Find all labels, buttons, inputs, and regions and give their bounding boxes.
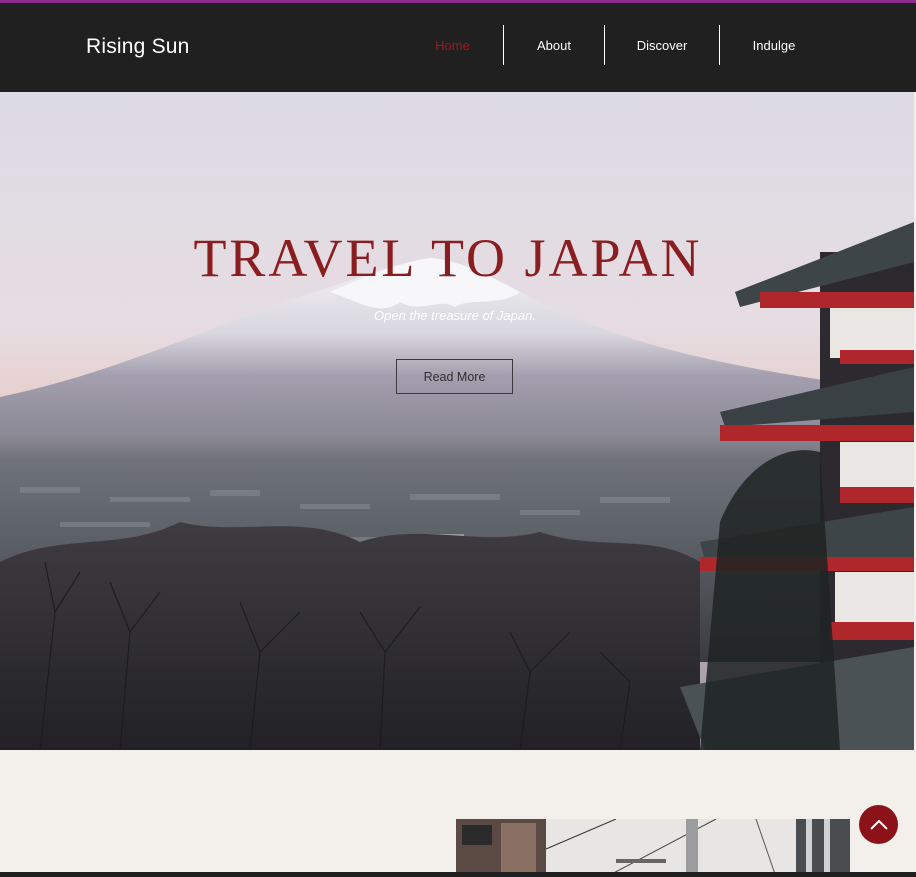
nav-item-home[interactable]: Home — [402, 25, 503, 65]
bottom-edge-bar — [0, 872, 916, 877]
site-logo-text[interactable]: Rising Sun — [86, 35, 190, 59]
nav-item-discover[interactable]: Discover — [605, 25, 719, 65]
street-photo-preview — [456, 819, 850, 877]
hero-section: TRAVEL TO JAPAN Open the treasure of Jap… — [0, 92, 914, 750]
nav-item-indulge[interactable]: Indulge — [720, 25, 828, 65]
street-photo-image — [456, 819, 850, 877]
hero-subtitle: Open the treasure of Japan. — [374, 308, 536, 323]
hero-title: TRAVEL TO JAPAN — [193, 228, 703, 288]
nav-item-about[interactable]: About — [504, 25, 604, 65]
read-more-button[interactable]: Read More — [396, 359, 513, 394]
hero-background-image — [0, 92, 914, 750]
site-header: Rising Sun Home About Discover Indulge — [0, 3, 916, 92]
scroll-to-top-button[interactable] — [859, 805, 898, 844]
main-nav: Home About Discover Indulge — [402, 25, 828, 67]
chevron-up-icon — [869, 819, 888, 830]
